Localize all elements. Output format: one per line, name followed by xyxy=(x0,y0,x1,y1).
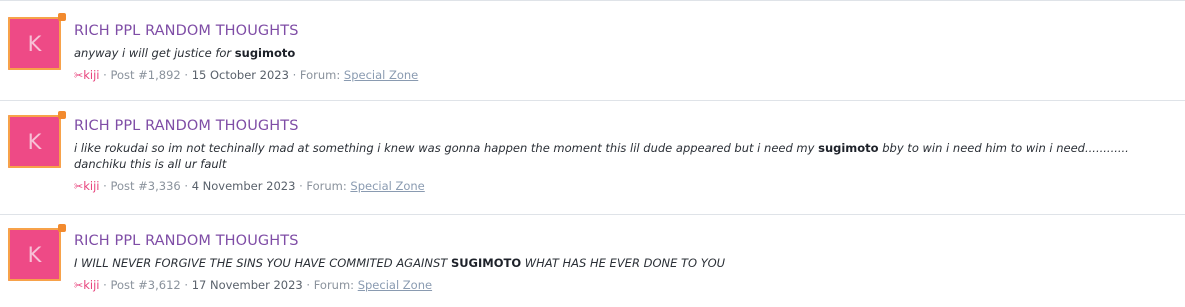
meta-separator: · xyxy=(184,278,189,292)
post-number: Post #1,892 xyxy=(110,68,181,82)
forum-label: Forum: xyxy=(299,68,341,82)
author-link[interactable]: kiji xyxy=(83,179,99,193)
thread-title-link[interactable]: RICH PPL RANDOM THOUGHTS xyxy=(74,116,1173,136)
snippet-highlight: SUGIMOTO xyxy=(450,256,522,270)
post-snippet: anyway i will get justice for sugimoto xyxy=(74,45,1173,61)
snippet-text: WHAT HAS HE EVER DONE TO YOU xyxy=(521,256,726,270)
author-link[interactable]: kiji xyxy=(83,68,99,82)
result-body: RICH PPL RANDOM THOUGHTS anyway i will g… xyxy=(74,21,1173,84)
forum-label: Forum: xyxy=(306,179,347,193)
meta-separator: · xyxy=(103,278,107,292)
snippet-text: i like rokudai so im not techinally mad … xyxy=(74,141,819,155)
thread-title-link[interactable]: RICH PPL RANDOM THOUGHTS xyxy=(74,231,1173,251)
snippet-highlight: sugimoto xyxy=(818,141,879,155)
snippet-text: anyway i will get justice for xyxy=(74,46,235,60)
search-result: K RICH PPL RANDOM THOUGHTS I WILL NEVER … xyxy=(0,215,1185,307)
author-link[interactable]: kiji xyxy=(83,278,99,292)
scissors-icon: ✂ xyxy=(74,69,84,82)
result-meta: ✂kiji · Post #3,336 · 4 November 2023 · … xyxy=(74,178,1173,195)
meta-separator: · xyxy=(184,68,189,82)
avatar[interactable]: K xyxy=(8,13,66,70)
avatar[interactable]: K xyxy=(8,224,66,281)
result-meta: ✂kiji · Post #1,892 · 15 October 2023 · … xyxy=(74,67,1173,84)
forum-label: Forum: xyxy=(313,278,355,292)
post-date: 15 October 2023 xyxy=(191,68,289,82)
search-result: K RICH PPL RANDOM THOUGHTS anyway i will… xyxy=(0,5,1185,101)
post-date: 17 November 2023 xyxy=(191,278,303,292)
forum-link[interactable]: Special Zone xyxy=(344,68,418,82)
avatar-letter: K xyxy=(27,31,42,56)
result-body: RICH PPL RANDOM THOUGHTS I WILL NEVER FO… xyxy=(74,231,1173,294)
scissors-icon: ✂ xyxy=(74,180,84,193)
post-number: Post #3,612 xyxy=(110,278,181,292)
meta-separator: · xyxy=(292,68,297,82)
forum-link[interactable]: Special Zone xyxy=(350,179,424,193)
forum-link[interactable]: Special Zone xyxy=(358,278,432,292)
meta-separator: · xyxy=(103,179,107,193)
result-body: RICH PPL RANDOM THOUGHTS i like rokudai … xyxy=(74,116,1173,195)
meta-separator: · xyxy=(184,179,189,193)
meta-separator: · xyxy=(103,68,107,82)
meta-separator: · xyxy=(299,179,303,193)
avatar-letter: K xyxy=(27,129,42,154)
scissors-icon: ✂ xyxy=(74,279,84,292)
result-meta: ✂kiji · Post #3,612 · 17 November 2023 ·… xyxy=(74,277,1173,294)
search-results-list: K RICH PPL RANDOM THOUGHTS anyway i will… xyxy=(0,0,1185,307)
post-number: Post #3,336 xyxy=(110,179,181,193)
post-snippet: I WILL NEVER FORGIVE THE SINS YOU HAVE C… xyxy=(74,255,1173,271)
thread-title-link[interactable]: RICH PPL RANDOM THOUGHTS xyxy=(74,21,1173,41)
post-date: 4 November 2023 xyxy=(191,179,296,193)
snippet-highlight: sugimoto xyxy=(234,46,296,60)
avatar-letter: K xyxy=(27,242,42,267)
search-result: K RICH PPL RANDOM THOUGHTS i like rokuda… xyxy=(0,101,1185,215)
meta-separator: · xyxy=(306,278,311,292)
post-snippet: i like rokudai so im not techinally mad … xyxy=(74,140,1173,172)
avatar[interactable]: K xyxy=(8,111,66,168)
snippet-text: I WILL NEVER FORGIVE THE SINS YOU HAVE C… xyxy=(74,256,451,270)
